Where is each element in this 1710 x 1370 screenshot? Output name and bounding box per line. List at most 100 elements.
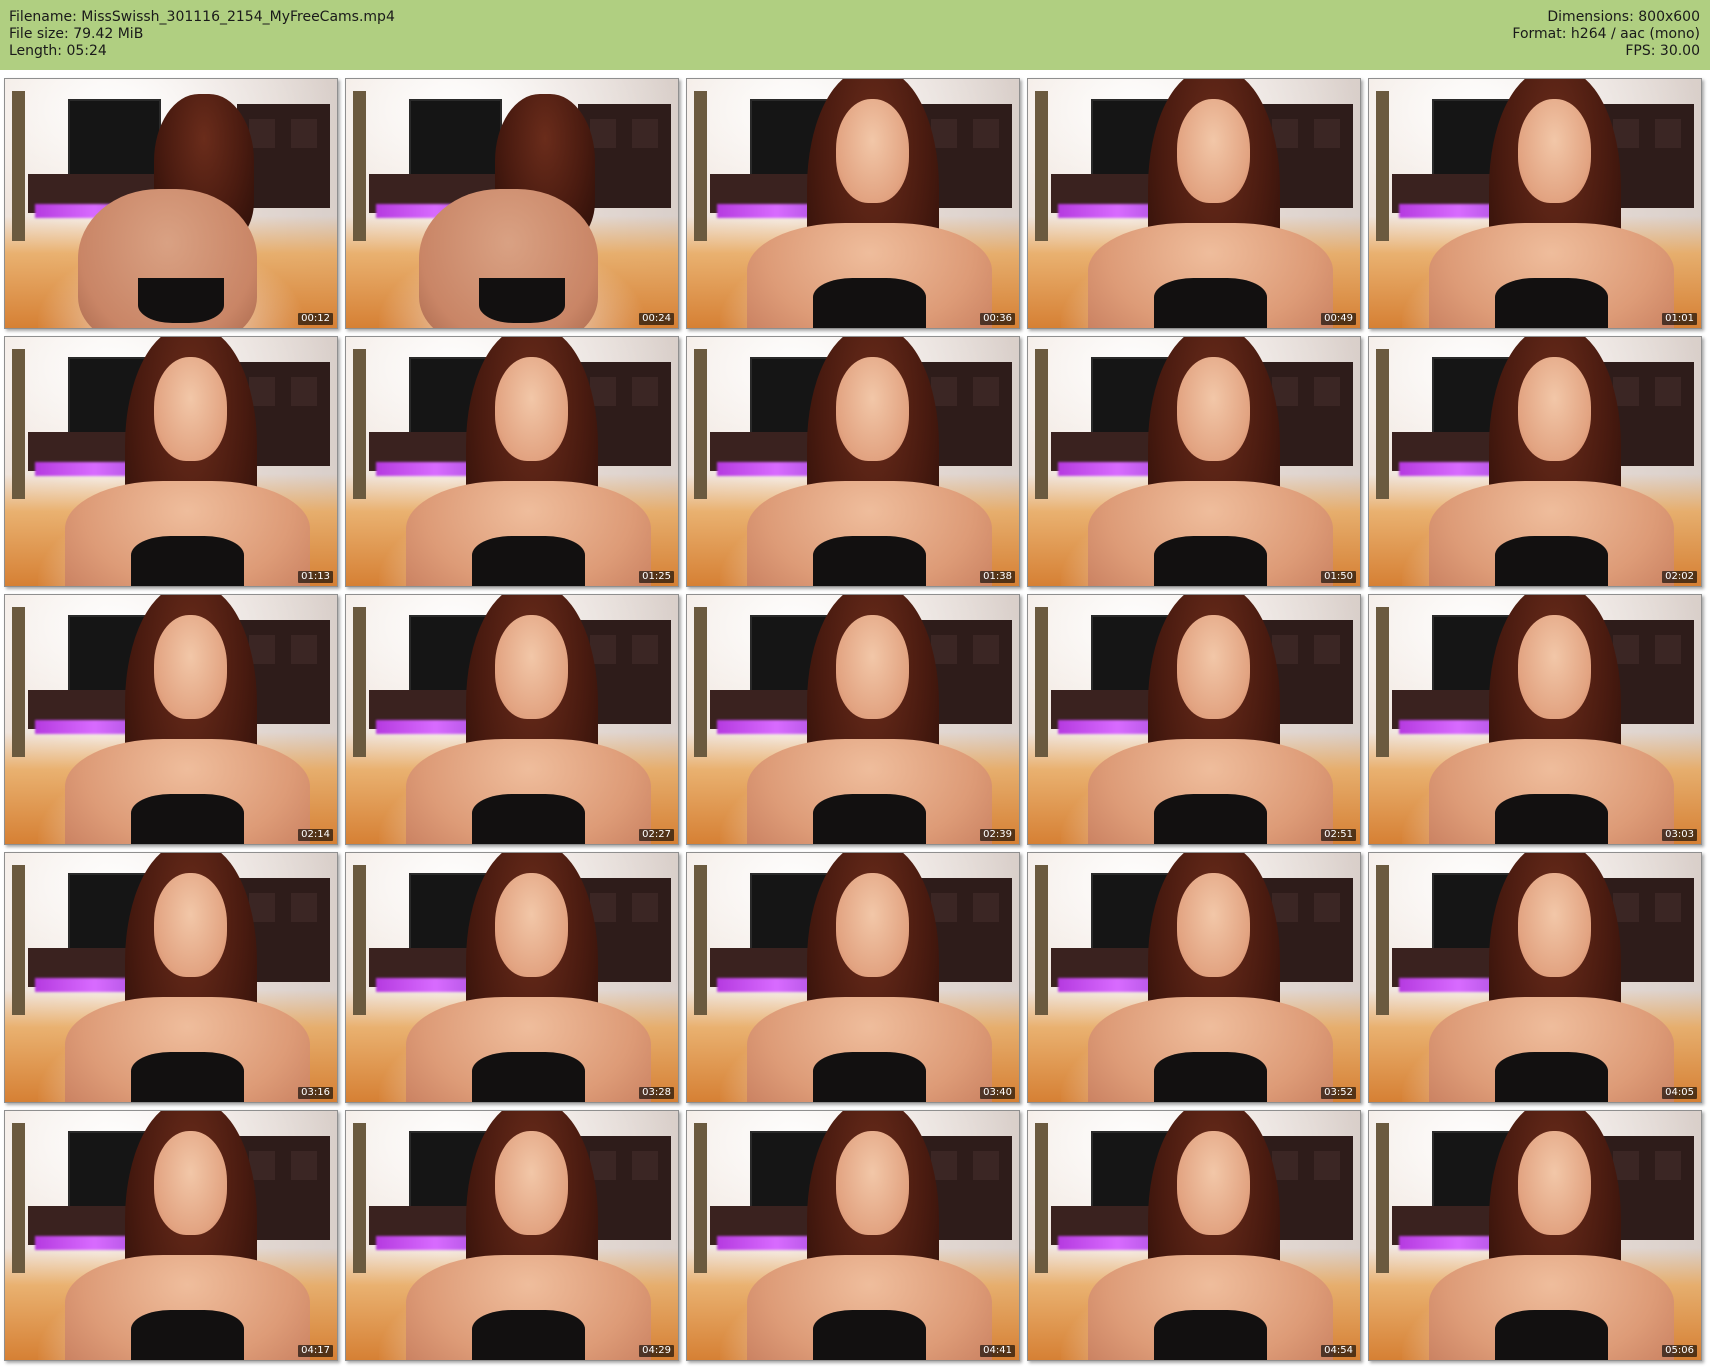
plant (693, 349, 707, 499)
video-frame-thumbnail: 01:25 (345, 336, 679, 587)
video-frame-thumbnail: 02:14 (4, 594, 338, 845)
plant (352, 865, 366, 1015)
length-text: Length: 05:24 (9, 43, 107, 59)
person-face (1177, 614, 1251, 720)
info-header: Filename: MissSwissh_301116_2154_MyFreeC… (0, 0, 1710, 70)
video-frame-thumbnail: 04:54 (1027, 1110, 1361, 1361)
person-face (154, 872, 228, 978)
timestamp-label: 00:12 (298, 313, 333, 325)
person-face (1518, 98, 1592, 204)
timestamp-label: 04:29 (639, 1345, 674, 1357)
file-size-text: File size: 79.42 MiB (9, 26, 144, 42)
person-face (495, 356, 569, 462)
clothing (478, 278, 566, 323)
plant (1375, 349, 1389, 499)
plant (11, 865, 25, 1015)
format-text: Format: h264 / aac (mono) (1512, 26, 1700, 42)
plant (11, 1123, 25, 1273)
clothing (1154, 1052, 1268, 1102)
video-frame-thumbnail: 02:27 (345, 594, 679, 845)
timestamp-label: 02:51 (1321, 829, 1356, 841)
person-face (1518, 356, 1592, 462)
clothing (1154, 278, 1268, 328)
video-frame-thumbnail: 01:50 (1027, 336, 1361, 587)
video-frame-thumbnail: 00:49 (1027, 78, 1361, 329)
plant (352, 607, 366, 757)
video-frame-thumbnail: 03:03 (1368, 594, 1702, 845)
timestamp-label: 03:52 (1321, 1087, 1356, 1099)
video-frame-thumbnail: 02:02 (1368, 336, 1702, 587)
plant (1034, 91, 1048, 241)
clothing (131, 536, 245, 586)
clothing (813, 536, 927, 586)
person-face (1518, 1130, 1592, 1236)
timestamp-label: 03:40 (980, 1087, 1015, 1099)
clothing (131, 1052, 245, 1102)
timestamp-label: 01:25 (639, 571, 674, 583)
clothing (472, 794, 586, 844)
video-frame-thumbnail: 00:12 (4, 78, 338, 329)
plant (1034, 349, 1048, 499)
timestamp-label: 04:05 (1662, 1087, 1697, 1099)
clothing (472, 1310, 586, 1360)
plant (693, 91, 707, 241)
plant (1034, 607, 1048, 757)
television (68, 98, 162, 179)
plant (693, 607, 707, 757)
timestamp-label: 02:14 (298, 829, 333, 841)
timestamp-label: 04:54 (1321, 1345, 1356, 1357)
clothing (813, 1310, 927, 1360)
video-frame-thumbnail: 03:28 (345, 852, 679, 1103)
clothing (1495, 794, 1609, 844)
person-face (1177, 98, 1251, 204)
clothing (1495, 536, 1609, 586)
person-face (1518, 614, 1592, 720)
timestamp-label: 00:24 (639, 313, 674, 325)
video-frame-thumbnail: 00:24 (345, 78, 679, 329)
timestamp-label: 02:39 (980, 829, 1015, 841)
plant (352, 1123, 366, 1273)
video-frame-thumbnail: 02:39 (686, 594, 1020, 845)
video-frame-thumbnail: 04:29 (345, 1110, 679, 1361)
stream-info: Dimensions: 800x600 Format: h264 / aac (… (1512, 9, 1700, 60)
video-frame-thumbnail: 03:52 (1027, 852, 1361, 1103)
clothing (131, 794, 245, 844)
clothing (472, 1052, 586, 1102)
person-face (495, 1130, 569, 1236)
thumbnail-grid: 00:12 00:24 00:36 00:49 01:01 01:13 01:25 01:38… (4, 78, 1702, 1361)
video-frame-thumbnail: 04:17 (4, 1110, 338, 1361)
person-face (1177, 1130, 1251, 1236)
plant (11, 607, 25, 757)
plant (693, 1123, 707, 1273)
timestamp-label: 02:27 (639, 829, 674, 841)
person-face (1177, 356, 1251, 462)
timestamp-label: 05:06 (1662, 1345, 1697, 1357)
person-face (1518, 872, 1592, 978)
plant (1375, 91, 1389, 241)
plant (11, 91, 25, 241)
plant (1034, 1123, 1048, 1273)
video-frame-thumbnail: 00:36 (686, 78, 1020, 329)
clothing (1495, 1052, 1609, 1102)
video-frame-thumbnail: 01:13 (4, 336, 338, 587)
video-frame-thumbnail: 05:06 (1368, 1110, 1702, 1361)
video-frame-thumbnail: 01:38 (686, 336, 1020, 587)
television (409, 98, 503, 179)
plant (11, 349, 25, 499)
timestamp-label: 03:16 (298, 1087, 333, 1099)
clothing (1495, 1310, 1609, 1360)
person-face (1177, 872, 1251, 978)
timestamp-label: 01:50 (1321, 571, 1356, 583)
filename-text: Filename: MissSwissh_301116_2154_MyFreeC… (9, 9, 395, 25)
clothing (1154, 794, 1268, 844)
person-face (836, 1130, 910, 1236)
video-frame-thumbnail: 01:01 (1368, 78, 1702, 329)
timestamp-label: 01:38 (980, 571, 1015, 583)
plant (352, 91, 366, 241)
person-face (495, 614, 569, 720)
clothing (131, 1310, 245, 1360)
clothing (813, 794, 927, 844)
clothing (1495, 278, 1609, 328)
timestamp-label: 03:28 (639, 1087, 674, 1099)
video-frame-thumbnail: 03:16 (4, 852, 338, 1103)
